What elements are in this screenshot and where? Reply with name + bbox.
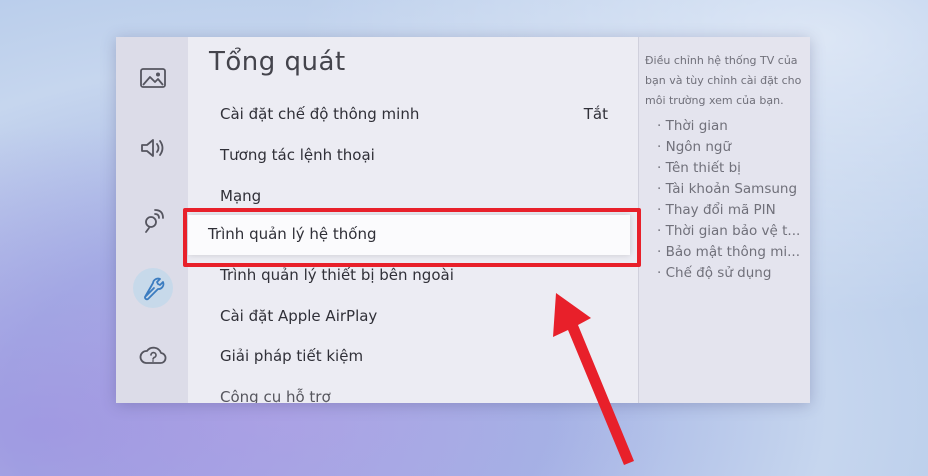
pointer-arrow-icon	[553, 293, 634, 465]
